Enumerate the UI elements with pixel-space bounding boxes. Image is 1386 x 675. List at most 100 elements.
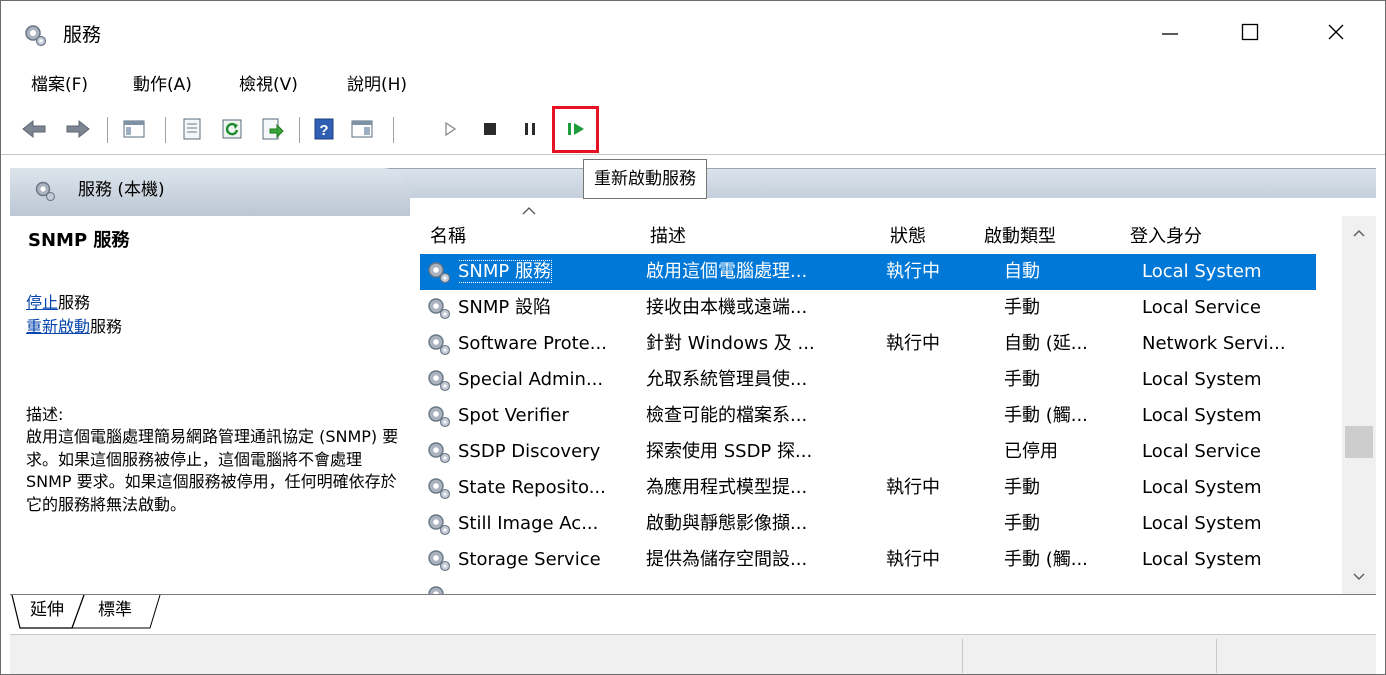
services-gear-icon [23,23,47,47]
service-name-cell: SNMP 設陷 [458,290,648,326]
menu-view[interactable]: 檢視(V) [239,73,298,97]
refresh-icon[interactable] [219,116,245,142]
table-row[interactable]: SNMP 服務 啟用這個電腦處理... 執行中 自動 Local System [420,254,1316,290]
stop-service-link[interactable]: 停止 [26,293,58,312]
table-row[interactable]: State Reposito... 為應用程式模型提... 執行中 手動 Local S… [420,470,1316,506]
service-gear-icon [426,476,452,500]
service-name-text: Still Image Ac... [458,513,599,534]
table-row[interactable]: Storage Service 提供為儲存空間設... 執行中 手動 (觸... Loc… [420,542,1316,578]
column-header-startup-type[interactable]: 啟動類型 [984,224,1056,250]
service-logon-cell: Local Service [1142,297,1261,318]
table-row[interactable]: Spot Verifier 檢查可能的檔案系... 手動 (觸... Local Sy… [420,398,1316,434]
pause-service-icon[interactable] [517,116,543,142]
service-status-cell: 執行中 [886,477,940,498]
menu-file[interactable]: 檔案(F) [31,73,88,97]
column-header-status[interactable]: 狀態 [890,224,926,250]
tab-extended[interactable]: 延伸 [24,595,70,629]
service-logon-cell: Local System [1142,261,1262,282]
service-name-cell: SNMP 服務 [458,254,648,290]
service-name-cell: State Reposito... [458,470,648,506]
title-bar[interactable]: 服務 [1,1,1385,65]
service-startup-type-cell: 手動 (觸... [1004,549,1088,570]
service-name-text: Storage Service [458,549,601,570]
service-description-cell: 啟動與靜態影像擷... [646,513,808,534]
column-header-log-on-as[interactable]: 登入身分 [1130,224,1202,250]
table-row[interactable]: Special Admin... 允取系統管理員使... 手動 Local Syste… [420,362,1316,398]
service-startup-type-cell: 手動 [1004,477,1040,498]
service-description-cell: 為應用程式模型提... [646,477,808,498]
service-logon-cell: Local System [1142,477,1262,498]
service-name-cell: Software Prote... [458,326,648,362]
service-description-cell: 提供為儲存空間設... [646,549,808,570]
console-tree-header[interactable]: 服務 (本機) [10,168,410,216]
service-gear-icon [426,296,452,320]
service-name-text: Spot Verifier [458,405,569,426]
export-list-icon[interactable] [259,116,285,142]
service-description-cell: 針對 Windows 及 ... [646,333,815,354]
start-service-icon[interactable] [437,116,463,142]
service-gear-icon [426,260,452,284]
service-status-cell: 執行中 [886,549,940,570]
status-bar [10,634,1376,674]
service-description-cell: 允取系統管理員使... [646,369,808,390]
service-name-cell: Still Image Ac... [458,506,648,542]
service-name-text: Software Prote... [458,333,607,354]
restart-service-action: 重新啟動服務 [26,316,122,338]
console-tree-header-title: 服務 (本機) [78,180,165,200]
scroll-down-icon[interactable] [1342,560,1376,594]
status-divider [1216,639,1217,673]
close-icon [1326,22,1346,46]
toolbar: ? [1,105,1385,155]
service-gear-icon [426,440,452,464]
stop-service-action: 停止服務 [26,292,90,314]
table-row[interactable]: Software Prote... 針對 Windows 及 ... 執行中 自動 (… [420,326,1316,362]
menu-action[interactable]: 動作(A) [133,73,192,97]
maximize-button[interactable] [1227,11,1273,57]
column-header-description[interactable]: 描述 [650,224,686,250]
table-row[interactable]: SSDP Discovery 探索使用 SSDP 探... 已停用 Local Ser… [420,434,1316,470]
service-name-text: SSDP Discovery [458,441,601,462]
restart-service-suffix: 服務 [90,317,123,336]
table-row[interactable]: Still Image Ac... 啟動與靜態影像擷... 手動 Local Syst… [420,506,1316,542]
column-header-name[interactable]: 名稱 [430,224,466,250]
table-row[interactable] [420,578,1316,594]
sort-ascending-icon [522,204,536,220]
service-gear-icon [426,404,452,428]
restart-button-highlight [552,106,599,153]
selected-service-name: SNMP 服務 [28,230,130,251]
window-title: 服務 [63,24,102,46]
stop-service-icon[interactable] [477,116,503,142]
minimize-button[interactable] [1147,11,1193,57]
menu-help[interactable]: 說明(H) [347,73,407,97]
service-name-cell: Spot Verifier [458,398,648,434]
close-button[interactable] [1313,11,1359,57]
service-name-text: SNMP 服務 [458,260,552,283]
service-logon-cell: Local System [1142,405,1262,426]
scrollbar-thumb[interactable] [1345,426,1373,458]
back-icon[interactable] [21,116,47,142]
services-window: 服務 檔案(F) 動作(A) 檢視(V) 說明(H) ? 重新啟動服務 服務 (… [0,0,1386,675]
table-row[interactable]: SNMP 設陷 接收由本機或遠端... 手動 Local Service [420,290,1316,326]
service-name-cell: Special Admin... [458,362,648,398]
service-gear-icon [426,332,452,356]
status-divider [962,639,963,673]
properties-icon[interactable] [179,116,205,142]
menu-bar: 檔案(F) 動作(A) 檢視(V) 說明(H) [1,65,1385,105]
vertical-scrollbar[interactable] [1342,216,1376,594]
service-description-cell: 接收由本機或遠端... [646,297,808,318]
service-startup-type-cell: 已停用 [1004,441,1058,462]
tab-standard[interactable]: 標準 [92,595,138,629]
show-hide-action-pane-icon[interactable] [349,116,375,142]
maximize-icon [1240,22,1260,46]
restart-service-tooltip: 重新啟動服務 [583,159,707,199]
service-startup-type-cell: 自動 [1004,261,1040,282]
service-startup-type-cell: 手動 [1004,297,1040,318]
service-startup-type-cell: 手動 [1004,369,1040,390]
service-logon-cell: Network Servi... [1142,333,1286,354]
restart-service-link[interactable]: 重新啟動 [26,317,90,336]
scroll-up-icon[interactable] [1342,216,1376,250]
show-hide-console-tree-icon[interactable] [121,116,147,142]
forward-icon[interactable] [65,116,91,142]
service-startup-type-cell: 自動 (延... [1004,333,1088,354]
help-icon[interactable]: ? [311,116,337,142]
